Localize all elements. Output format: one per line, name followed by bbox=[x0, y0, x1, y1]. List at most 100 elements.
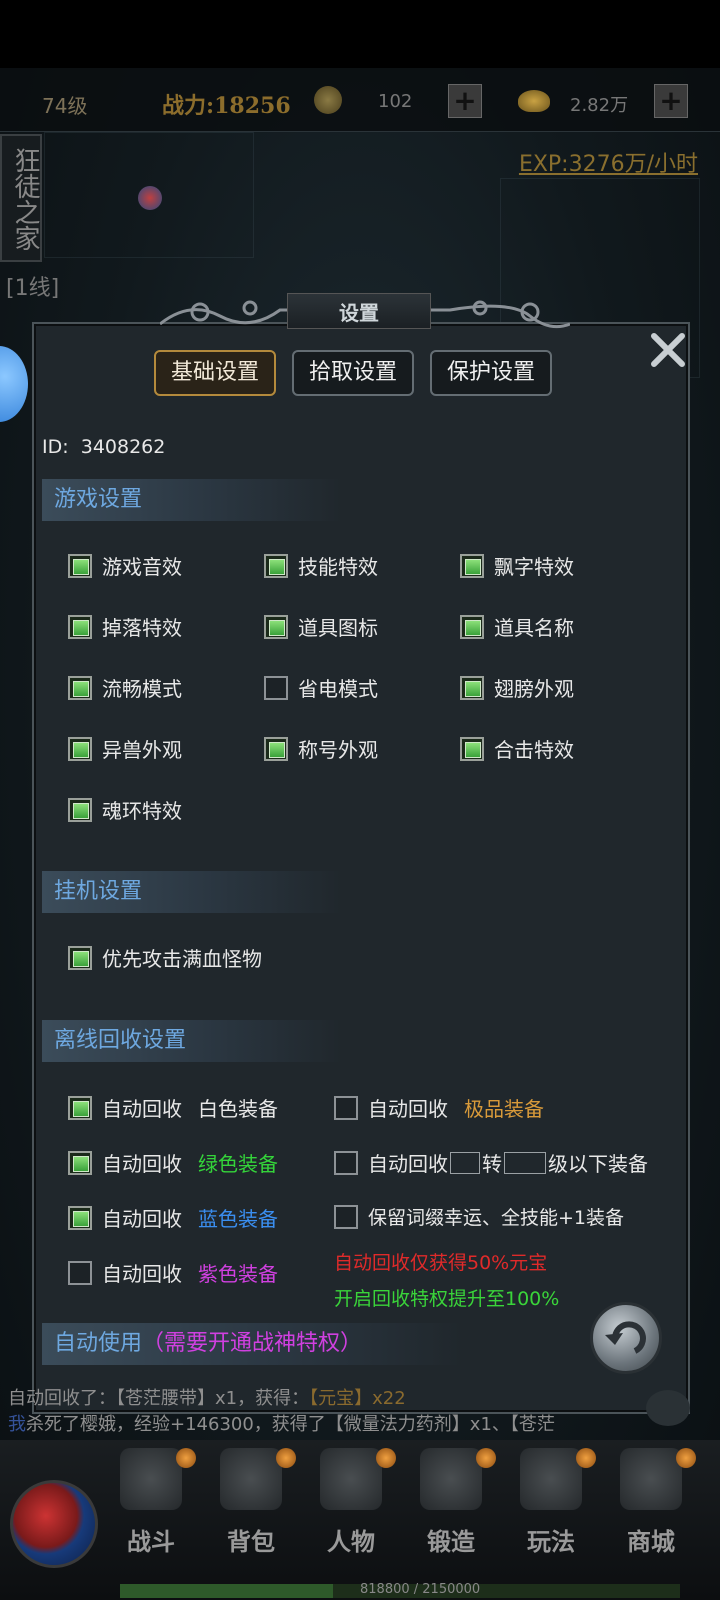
game-option-item[interactable]: 游戏音效 bbox=[68, 551, 182, 580]
checkbox[interactable] bbox=[264, 614, 288, 639]
game-option-item[interactable]: 道具名称 bbox=[460, 612, 574, 641]
option-recycle-by-level[interactable]: 自动回收 转 级以下装备 bbox=[334, 1148, 648, 1177]
checkbox[interactable] bbox=[264, 675, 288, 700]
recycle-note-green: 开启回收特权提升至100% bbox=[334, 1288, 560, 1310]
option-label: 自动回收 bbox=[368, 1097, 448, 1121]
nav-label: 锻造 bbox=[427, 1528, 475, 1556]
add-currency-2-button[interactable]: + bbox=[654, 84, 688, 118]
nav-label: 商城 bbox=[627, 1528, 675, 1556]
player-id-label: ID: bbox=[42, 436, 69, 458]
currency-2-value: 2.82万 bbox=[570, 95, 629, 116]
nav-label: 背包 bbox=[227, 1528, 275, 1556]
recycle-option-item[interactable]: 自动回收 绿色装备 bbox=[68, 1148, 278, 1177]
recycle-option-item[interactable]: 自动回收 白色装备 bbox=[68, 1093, 278, 1122]
option-keep-lucky-affix[interactable]: 保留词缀幸运、全技能+1装备 bbox=[334, 1203, 624, 1230]
game-option-item[interactable]: 合击特效 bbox=[460, 734, 574, 763]
game-option-item[interactable]: 翅膀外观 bbox=[460, 673, 574, 702]
nav-badge-dot bbox=[676, 1448, 696, 1468]
option-label: 称号外观 bbox=[298, 738, 378, 762]
recycle-option-item[interactable]: 自动回收 蓝色装备 bbox=[68, 1203, 278, 1232]
chat-line: 自动回收了：【苍茫腰带】x1，获得：【元宝】x22 bbox=[8, 1388, 406, 1409]
checkbox[interactable] bbox=[68, 675, 92, 700]
checkbox[interactable] bbox=[68, 1150, 92, 1175]
game-option-item[interactable]: 魂环特效 bbox=[68, 795, 182, 824]
checkbox[interactable] bbox=[264, 553, 288, 578]
option-label: 自动回收 bbox=[102, 1152, 182, 1176]
ingot-icon bbox=[518, 90, 550, 112]
chat-bubble-icon[interactable] bbox=[646, 1390, 690, 1426]
checkbox[interactable] bbox=[68, 614, 92, 639]
dialog-title: 设置 bbox=[339, 301, 379, 325]
game-option-item[interactable]: 技能特效 bbox=[264, 551, 378, 580]
checkbox[interactable] bbox=[68, 1095, 92, 1120]
level-input[interactable] bbox=[504, 1151, 546, 1174]
return-button[interactable] bbox=[590, 1302, 662, 1374]
chat-log: 自动回收了：【苍茫腰带】x1，获得：【元宝】x22 我杀死了樱娥，经验+1463… bbox=[8, 1386, 658, 1438]
hp-text: 818800 / 2150000 bbox=[360, 1582, 481, 1597]
game-option-item[interactable]: 省电模式 bbox=[264, 673, 378, 702]
coin-icon bbox=[314, 86, 342, 114]
option-recycle-premium[interactable]: 自动回收 极品装备 bbox=[334, 1093, 544, 1122]
checkbox[interactable] bbox=[460, 736, 484, 761]
section-auto-use: 自动使用（需要开通战神特权） bbox=[42, 1323, 462, 1365]
section-game-settings: 游戏设置 bbox=[42, 479, 342, 521]
auto-use-note: （需要开通战神特权） bbox=[142, 1331, 363, 1356]
checkbox[interactable] bbox=[68, 1205, 92, 1230]
tab-basic-settings[interactable]: 基础设置 bbox=[154, 350, 276, 396]
nav-label: 人物 bbox=[327, 1528, 375, 1556]
checkbox[interactable] bbox=[68, 945, 92, 970]
game-option-item[interactable]: 道具图标 bbox=[264, 612, 378, 641]
quality-label: 蓝色装备 bbox=[198, 1207, 278, 1231]
chat-line: 我杀死了樱娥，经验+146300，获得了【微量法力药剂】x1、【苍茫 bbox=[8, 1414, 555, 1435]
nav-badge-dot bbox=[376, 1448, 396, 1468]
option-label: 异兽外观 bbox=[102, 738, 182, 762]
recycle-option-item[interactable]: 自动回收 紫色装备 bbox=[68, 1258, 278, 1287]
server-line[interactable]: [1线] bbox=[6, 270, 59, 302]
checkbox[interactable] bbox=[460, 553, 484, 578]
option-label: 道具名称 bbox=[494, 616, 574, 640]
quality-label: 绿色装备 bbox=[198, 1152, 278, 1176]
game-option-item[interactable]: 掉落特效 bbox=[68, 612, 182, 641]
turn-input[interactable] bbox=[450, 1151, 480, 1174]
checkbox[interactable] bbox=[68, 736, 92, 761]
exp-rate-link[interactable]: EXP:3276万/小时 bbox=[519, 146, 698, 178]
minimap-player-icon bbox=[138, 186, 162, 210]
option-label: 翅膀外观 bbox=[494, 677, 574, 701]
status-bar bbox=[0, 0, 720, 68]
option-label: 自动回收 bbox=[102, 1097, 182, 1121]
game-option-item[interactable]: 流畅模式 bbox=[68, 673, 182, 702]
option-attack-full-hp[interactable]: 优先攻击满血怪物 bbox=[68, 943, 262, 972]
header-ornament-left-icon bbox=[160, 300, 300, 326]
guild-tag[interactable]: 狂徒之家 bbox=[0, 134, 42, 262]
nav-label: 战斗 bbox=[127, 1528, 175, 1556]
option-label: 自动回收 bbox=[102, 1262, 182, 1286]
tab-pickup-settings[interactable]: 拾取设置 bbox=[292, 350, 414, 396]
checkbox[interactable] bbox=[334, 1150, 358, 1175]
skill-orb-icon[interactable] bbox=[10, 1480, 98, 1568]
checkbox[interactable] bbox=[264, 736, 288, 761]
nav-icon bbox=[520, 1448, 582, 1510]
checkbox[interactable] bbox=[334, 1095, 358, 1120]
checkbox[interactable] bbox=[68, 797, 92, 822]
add-currency-1-button[interactable]: + bbox=[448, 84, 482, 118]
game-option-item[interactable]: 异兽外观 bbox=[68, 734, 182, 763]
recycle-note-red: 自动回收仅获得50%元宝 bbox=[334, 1252, 548, 1274]
close-icon[interactable] bbox=[646, 328, 690, 372]
hud-top-bar: 74级 战力:18256 102 + 2.82万 + bbox=[0, 68, 720, 132]
game-option-item[interactable]: 飘字特效 bbox=[460, 551, 574, 580]
quality-label: 紫色装备 bbox=[198, 1262, 278, 1286]
checkbox[interactable] bbox=[334, 1204, 358, 1229]
return-arrow-icon bbox=[605, 1321, 646, 1354]
tab-protect-settings[interactable]: 保护设置 bbox=[430, 350, 552, 396]
quality-label: 白色装备 bbox=[198, 1097, 278, 1121]
checkbox[interactable] bbox=[68, 553, 92, 578]
game-option-item[interactable]: 称号外观 bbox=[264, 734, 378, 763]
option-label: 省电模式 bbox=[298, 677, 378, 701]
checkbox[interactable] bbox=[460, 675, 484, 700]
nav-badge-dot bbox=[176, 1448, 196, 1468]
checkbox[interactable] bbox=[460, 614, 484, 639]
nav-badge-dot bbox=[276, 1448, 296, 1468]
option-label: 流畅模式 bbox=[102, 677, 182, 701]
option-label: 飘字特效 bbox=[494, 555, 574, 579]
checkbox[interactable] bbox=[68, 1260, 92, 1285]
